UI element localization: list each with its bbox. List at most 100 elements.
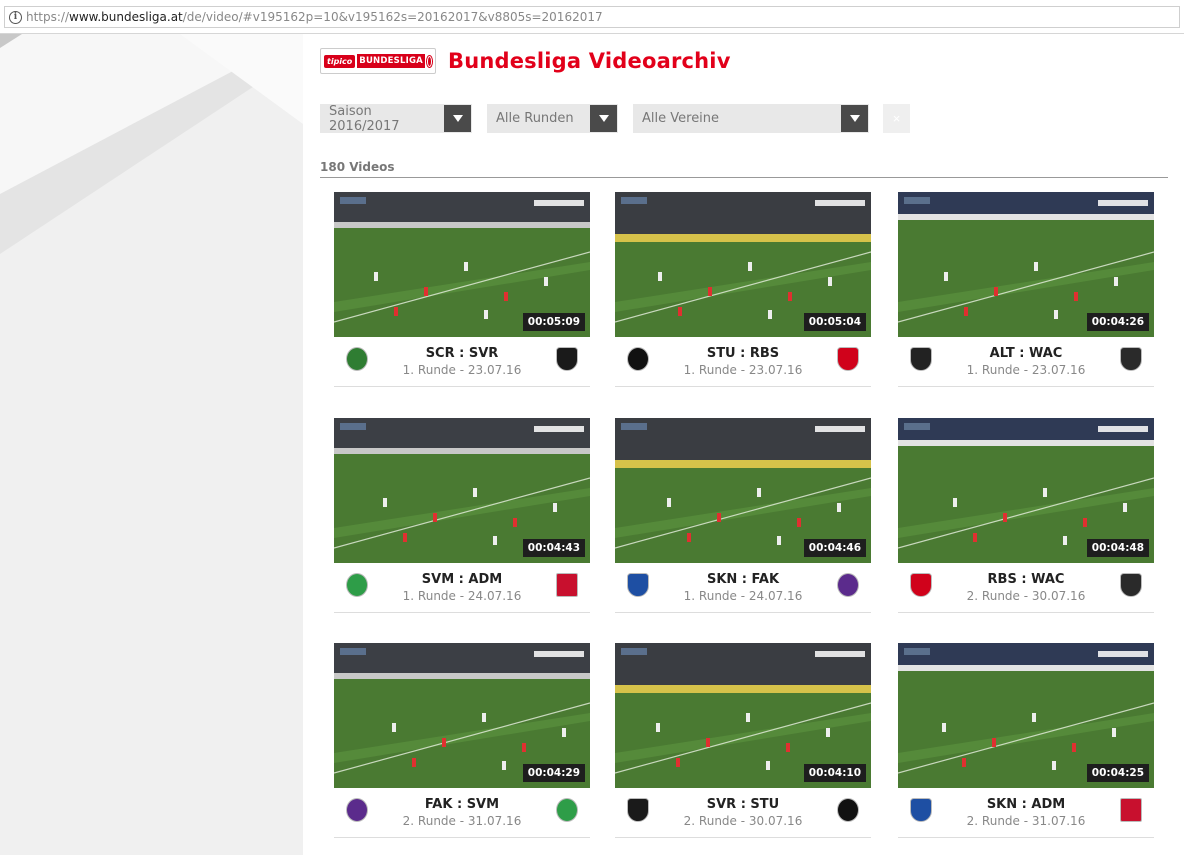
url-prefix: https:// xyxy=(26,10,70,24)
video-card[interactable]: 00:04:10 SVR : STU 2. Runde - 30.07.16 xyxy=(615,643,871,839)
match-round-date: 2. Runde - 30.07.16 xyxy=(966,589,1086,603)
video-count: 180 Videos xyxy=(320,160,395,174)
video-info: FAK : SVM 2. Runde - 31.07.16 xyxy=(334,788,590,838)
austria-crest-icon xyxy=(835,571,861,599)
bundesliga-logo[interactable]: tipico BUNDESLIGA xyxy=(320,48,436,74)
page-header: tipico BUNDESLIGA Bundesliga Videoarchiv xyxy=(320,46,731,76)
match-round-date: 1. Runde - 24.07.16 xyxy=(402,589,522,603)
admira-crest-icon xyxy=(554,571,580,599)
salzburg-crest-icon xyxy=(835,345,861,373)
video-thumbnail[interactable]: 00:05:09 xyxy=(334,192,590,337)
chevron-down-icon[interactable] xyxy=(590,105,617,132)
ball-icon xyxy=(426,55,432,67)
match-title[interactable]: SCR : SVR xyxy=(374,346,550,361)
chevron-down-icon[interactable] xyxy=(444,105,471,132)
video-thumbnail[interactable]: 00:04:29 xyxy=(334,643,590,788)
match-title[interactable]: SKN : FAK xyxy=(655,572,831,587)
sturm-crest-icon xyxy=(835,796,861,824)
video-duration: 00:04:10 xyxy=(803,764,866,782)
video-card[interactable]: 00:04:26 ALT : WAC 1. Runde - 23.07.16 xyxy=(898,192,1154,388)
match-title[interactable]: RBS : WAC xyxy=(938,572,1114,587)
video-thumbnail[interactable]: 00:04:43 xyxy=(334,418,590,563)
crest-shape xyxy=(346,573,368,597)
crest-shape xyxy=(1120,347,1142,371)
video-info: SCR : SVR 1. Runde - 23.07.16 xyxy=(334,337,590,387)
crest-shape xyxy=(627,798,649,822)
club-select[interactable]: Alle Vereine xyxy=(633,104,869,133)
chevron-down-icon[interactable] xyxy=(841,105,868,132)
match-round-date: 1. Runde - 23.07.16 xyxy=(402,363,522,377)
url-host: www.bundesliga.at xyxy=(69,10,183,24)
sturm-crest-icon xyxy=(625,345,651,373)
logo-bundesliga-text: BUNDESLIGA xyxy=(357,54,425,68)
round-select-value: Alle Runden xyxy=(496,111,574,126)
video-duration: 00:04:29 xyxy=(522,764,585,782)
page-title: Bundesliga Videoarchiv xyxy=(448,49,731,73)
video-card[interactable]: 00:04:46 SKN : FAK 1. Runde - 24.07.16 xyxy=(615,418,871,614)
round-select[interactable]: Alle Runden xyxy=(487,104,618,133)
left-background xyxy=(0,34,303,855)
clear-filters-button[interactable]: × xyxy=(883,104,910,133)
video-archive-page: tipico BUNDESLIGA Bundesliga Videoarchiv… xyxy=(303,34,1184,855)
video-duration: 00:05:04 xyxy=(803,313,866,331)
video-card[interactable]: 00:04:43 SVM : ADM 1. Runde - 24.07.16 xyxy=(334,418,590,614)
crest-shape xyxy=(910,573,932,597)
crest-shape xyxy=(1120,798,1142,822)
video-thumbnail[interactable]: 00:04:26 xyxy=(898,192,1154,337)
admira-crest-icon xyxy=(1118,796,1144,824)
video-info: SKN : FAK 1. Runde - 24.07.16 xyxy=(615,563,871,613)
club-select-value: Alle Vereine xyxy=(642,111,720,126)
crest-shape xyxy=(346,798,368,822)
video-duration: 00:04:43 xyxy=(522,539,585,557)
video-card[interactable]: 00:04:25 SKN : ADM 2. Runde - 31.07.16 xyxy=(898,643,1154,839)
video-info: SKN : ADM 2. Runde - 31.07.16 xyxy=(898,788,1154,838)
season-select-value: Saison 2016/2017 xyxy=(329,103,400,134)
video-info: STU : RBS 1. Runde - 23.07.16 xyxy=(615,337,871,387)
crest-shape xyxy=(556,573,578,597)
rapid-crest-icon xyxy=(344,345,370,373)
video-card[interactable]: 00:04:29 FAK : SVM 2. Runde - 31.07.16 xyxy=(334,643,590,839)
crest-shape xyxy=(1120,573,1142,597)
austria-crest-icon xyxy=(344,796,370,824)
crest-shape xyxy=(556,347,578,371)
season-select[interactable]: Saison 2016/2017 xyxy=(320,103,472,134)
video-thumbnail[interactable]: 00:04:48 xyxy=(898,418,1154,563)
crest-shape xyxy=(910,798,932,822)
video-thumbnail[interactable]: 00:05:04 xyxy=(615,192,871,337)
video-thumbnail[interactable]: 00:04:46 xyxy=(615,418,871,563)
match-round-date: 2. Runde - 30.07.16 xyxy=(683,814,803,828)
info-icon[interactable]: i xyxy=(9,10,22,24)
ried-crest-icon xyxy=(554,345,580,373)
video-card[interactable]: 00:05:09 SCR : SVR 1. Runde - 23.07.16 xyxy=(334,192,590,388)
match-title[interactable]: SVM : ADM xyxy=(374,572,550,587)
crest-shape xyxy=(627,573,649,597)
match-round-date: 1. Runde - 24.07.16 xyxy=(683,589,803,603)
match-round-date: 2. Runde - 31.07.16 xyxy=(402,814,522,828)
wac-crest-icon xyxy=(1118,345,1144,373)
video-duration: 00:04:48 xyxy=(1086,539,1149,557)
match-title[interactable]: FAK : SVM xyxy=(374,797,550,812)
crest-shape xyxy=(837,347,859,371)
crest-shape xyxy=(837,573,859,597)
video-thumbnail[interactable]: 00:04:10 xyxy=(615,643,871,788)
video-info: RBS : WAC 2. Runde - 30.07.16 xyxy=(898,563,1154,613)
video-card[interactable]: 00:04:48 RBS : WAC 2. Runde - 30.07.16 xyxy=(898,418,1154,614)
video-duration: 00:04:46 xyxy=(803,539,866,557)
crest-shape xyxy=(627,347,649,371)
video-card[interactable]: 00:05:04 STU : RBS 1. Runde - 23.07.16 xyxy=(615,192,871,388)
match-round-date: 1. Runde - 23.07.16 xyxy=(683,363,803,377)
match-title[interactable]: STU : RBS xyxy=(655,346,831,361)
mattersburg-crest-icon xyxy=(344,571,370,599)
video-duration: 00:04:26 xyxy=(1086,313,1149,331)
match-title[interactable]: ALT : WAC xyxy=(938,346,1114,361)
match-title[interactable]: SKN : ADM xyxy=(938,797,1114,812)
crest-shape xyxy=(346,347,368,371)
st-poelten-crest-icon xyxy=(908,796,934,824)
video-duration: 00:05:09 xyxy=(522,313,585,331)
mattersburg-crest-icon xyxy=(554,796,580,824)
url-field[interactable]: i https:// www.bundesliga.at /de/video/#… xyxy=(4,6,1180,28)
crest-shape xyxy=(556,798,578,822)
match-title[interactable]: SVR : STU xyxy=(655,797,831,812)
video-info: ALT : WAC 1. Runde - 23.07.16 xyxy=(898,337,1154,387)
video-thumbnail[interactable]: 00:04:25 xyxy=(898,643,1154,788)
